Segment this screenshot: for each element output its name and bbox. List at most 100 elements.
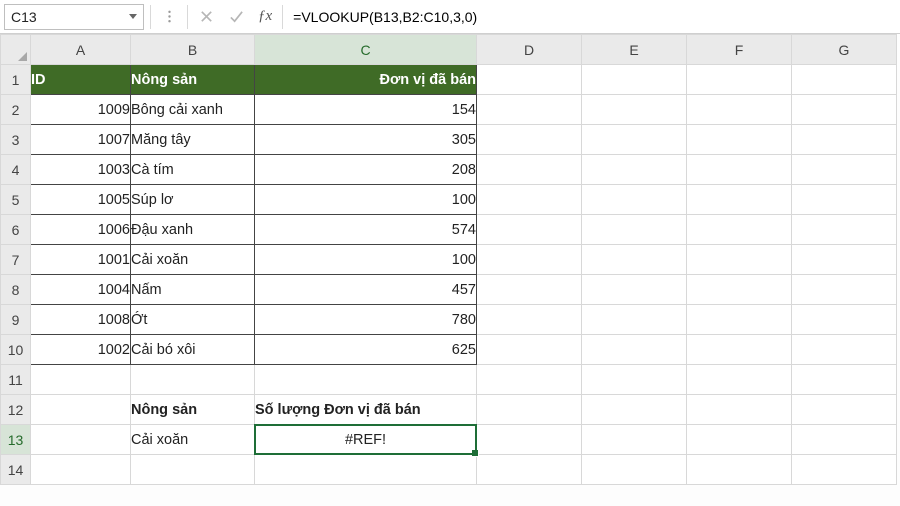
cell-F6[interactable] [687, 215, 792, 245]
cell-A14[interactable] [31, 455, 131, 485]
cell-A4[interactable]: 1003 [31, 155, 131, 185]
cell-G4[interactable] [792, 155, 897, 185]
cell-F5[interactable] [687, 185, 792, 215]
cell-B13[interactable]: Cải xoăn [131, 425, 255, 455]
cell-A11[interactable] [31, 365, 131, 395]
row-head-12[interactable]: 12 [1, 395, 31, 425]
cell-D13[interactable] [477, 425, 582, 455]
select-all-corner[interactable] [1, 35, 31, 65]
cell-G1[interactable] [792, 65, 897, 95]
cell-D7[interactable] [477, 245, 582, 275]
cell-B10[interactable]: Cải bó xôi [131, 335, 255, 365]
cell-G13[interactable] [792, 425, 897, 455]
row-head-6[interactable]: 6 [1, 215, 31, 245]
cell-A9[interactable]: 1008 [31, 305, 131, 335]
cell-E1[interactable] [582, 65, 687, 95]
cell-C11[interactable] [255, 365, 477, 395]
cell-C3[interactable]: 305 [255, 125, 477, 155]
cell-G3[interactable] [792, 125, 897, 155]
spreadsheet-grid[interactable]: ABCDEFG1IDNông sảnĐơn vị đã bán21009Bông… [0, 34, 900, 485]
cell-B11[interactable] [131, 365, 255, 395]
row-head-1[interactable]: 1 [1, 65, 31, 95]
cell-G10[interactable] [792, 335, 897, 365]
row-head-5[interactable]: 5 [1, 185, 31, 215]
cell-C14[interactable] [255, 455, 477, 485]
cell-G7[interactable] [792, 245, 897, 275]
cell-D1[interactable] [477, 65, 582, 95]
col-head-A[interactable]: A [31, 35, 131, 65]
cell-C12[interactable]: Số lượng Đơn vị đã bán [255, 395, 477, 425]
confirm-icon[interactable] [224, 5, 248, 29]
col-head-B[interactable]: B [131, 35, 255, 65]
cell-B4[interactable]: Cà tím [131, 155, 255, 185]
cell-G5[interactable] [792, 185, 897, 215]
cell-B1[interactable]: Nông sản [131, 65, 255, 95]
row-head-7[interactable]: 7 [1, 245, 31, 275]
cell-A2[interactable]: 1009 [31, 95, 131, 125]
cell-F11[interactable] [687, 365, 792, 395]
cell-E12[interactable] [582, 395, 687, 425]
cell-B5[interactable]: Súp lơ [131, 185, 255, 215]
col-head-D[interactable]: D [477, 35, 582, 65]
row-head-10[interactable]: 10 [1, 335, 31, 365]
cell-B2[interactable]: Bông cải xanh [131, 95, 255, 125]
cell-A3[interactable]: 1007 [31, 125, 131, 155]
cell-D2[interactable] [477, 95, 582, 125]
cell-C1[interactable]: Đơn vị đã bán [255, 65, 477, 95]
cell-D3[interactable] [477, 125, 582, 155]
cell-D11[interactable] [477, 365, 582, 395]
cell-A10[interactable]: 1002 [31, 335, 131, 365]
cell-C2[interactable]: 154 [255, 95, 477, 125]
cell-C6[interactable]: 574 [255, 215, 477, 245]
row-head-4[interactable]: 4 [1, 155, 31, 185]
cell-E11[interactable] [582, 365, 687, 395]
cell-F12[interactable] [687, 395, 792, 425]
col-head-G[interactable]: G [792, 35, 897, 65]
row-head-11[interactable]: 11 [1, 365, 31, 395]
cell-A13[interactable] [31, 425, 131, 455]
cell-C8[interactable]: 457 [255, 275, 477, 305]
cell-E7[interactable] [582, 245, 687, 275]
more-options-icon[interactable] [157, 5, 181, 29]
cell-C5[interactable]: 100 [255, 185, 477, 215]
fx-icon[interactable]: ƒx [254, 8, 276, 25]
cell-E9[interactable] [582, 305, 687, 335]
cell-A1[interactable]: ID [31, 65, 131, 95]
name-box[interactable]: C13 [4, 4, 144, 30]
cell-F4[interactable] [687, 155, 792, 185]
cell-A5[interactable]: 1005 [31, 185, 131, 215]
cell-F10[interactable] [687, 335, 792, 365]
row-head-14[interactable]: 14 [1, 455, 31, 485]
cell-F8[interactable] [687, 275, 792, 305]
cell-D4[interactable] [477, 155, 582, 185]
col-head-E[interactable]: E [582, 35, 687, 65]
cell-B12[interactable]: Nông sản [131, 395, 255, 425]
cell-C10[interactable]: 625 [255, 335, 477, 365]
cell-G6[interactable] [792, 215, 897, 245]
cell-F3[interactable] [687, 125, 792, 155]
cell-D9[interactable] [477, 305, 582, 335]
cell-F9[interactable] [687, 305, 792, 335]
cell-D5[interactable] [477, 185, 582, 215]
cell-A12[interactable] [31, 395, 131, 425]
cell-D6[interactable] [477, 215, 582, 245]
row-head-13[interactable]: 13 [1, 425, 31, 455]
cell-B6[interactable]: Đậu xanh [131, 215, 255, 245]
cell-B3[interactable]: Măng tây [131, 125, 255, 155]
cell-D12[interactable] [477, 395, 582, 425]
cell-G14[interactable] [792, 455, 897, 485]
cell-B8[interactable]: Nấm [131, 275, 255, 305]
cell-E6[interactable] [582, 215, 687, 245]
cell-F1[interactable] [687, 65, 792, 95]
cell-B14[interactable] [131, 455, 255, 485]
cell-E13[interactable] [582, 425, 687, 455]
cell-E2[interactable] [582, 95, 687, 125]
cell-G11[interactable] [792, 365, 897, 395]
cell-A7[interactable]: 1001 [31, 245, 131, 275]
row-head-8[interactable]: 8 [1, 275, 31, 305]
cell-B9[interactable]: Ớt [131, 305, 255, 335]
cell-E8[interactable] [582, 275, 687, 305]
cell-G9[interactable] [792, 305, 897, 335]
row-head-9[interactable]: 9 [1, 305, 31, 335]
col-head-C[interactable]: C [255, 35, 477, 65]
